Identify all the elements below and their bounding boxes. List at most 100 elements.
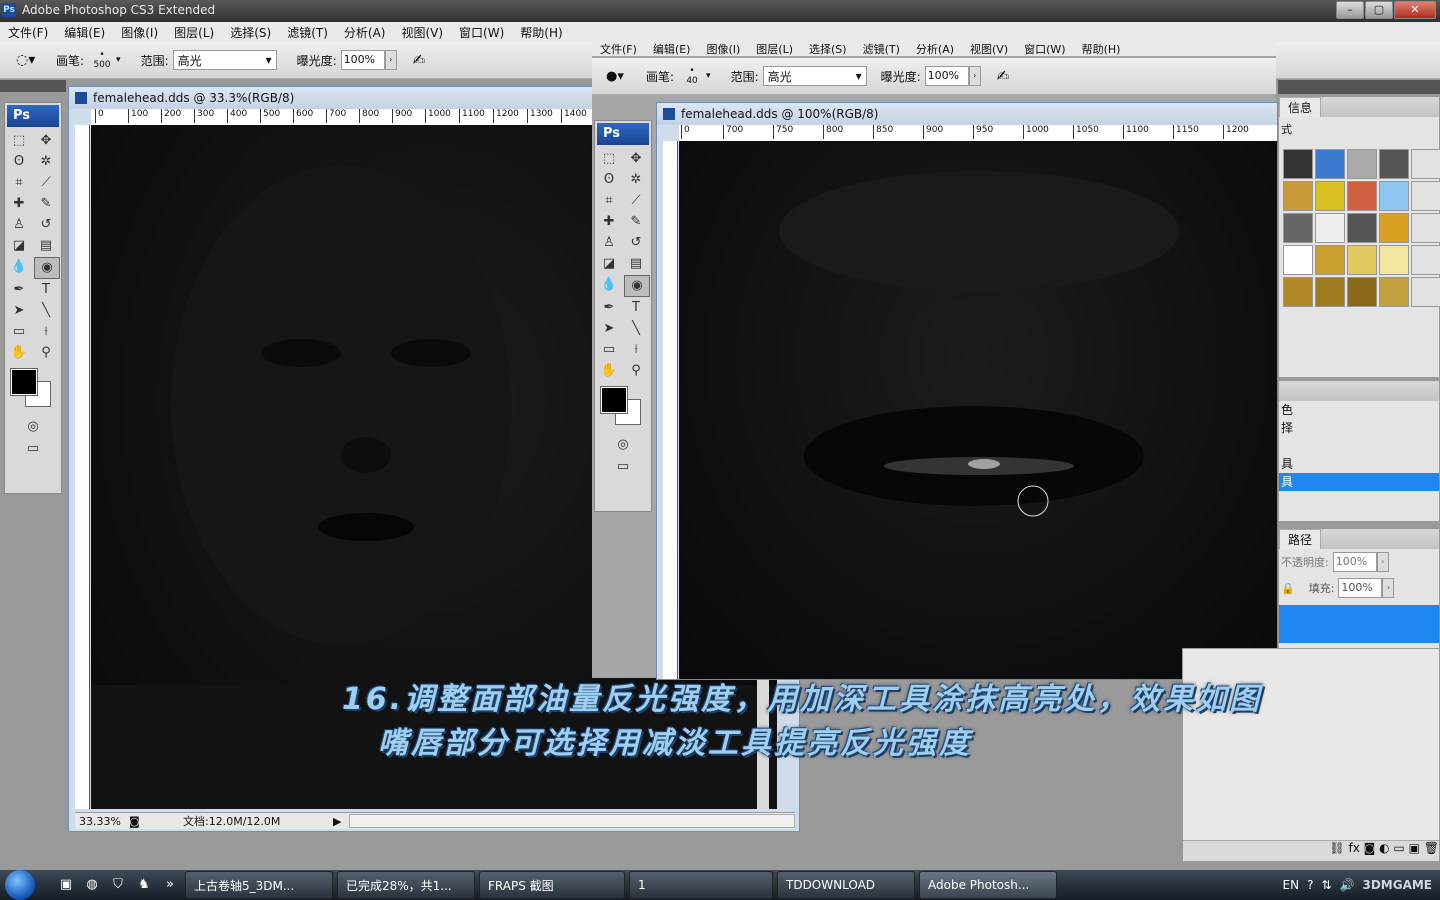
type-tool-icon[interactable]: T [624,298,648,318]
status-arrow-icon[interactable]: ▶ [333,815,341,828]
style-swatch[interactable] [1283,149,1313,179]
exposure-slider-toggle[interactable]: › [968,66,981,86]
foreground-color[interactable] [10,368,38,396]
dodge-burn-icon[interactable]: ◉ [624,275,650,297]
menu-layer-2[interactable]: 图层(L) [748,41,801,57]
list-item-selected[interactable]: 具 [1279,473,1439,491]
crop-icon[interactable]: ⌗ [7,173,31,193]
healing-brush-icon[interactable]: ✚ [597,212,621,232]
history-brush-icon[interactable]: ↺ [624,233,648,253]
pen-icon[interactable]: ✒ [7,280,31,300]
magic-wand-icon[interactable]: ✲ [34,152,58,172]
taskbar-item-fraps[interactable]: FRAPS 截图 [479,871,625,899]
burn-tool-icon[interactable]: ●▾ [606,69,636,84]
menu-view[interactable]: 视图(V) [393,24,451,41]
new-layer-icon[interactable]: ▣ [1409,841,1420,855]
menu-help-2[interactable]: 帮助(H) [1074,41,1129,57]
marquee-icon[interactable]: ⬚ [597,149,621,169]
qq-icon[interactable]: ♞ [134,875,154,895]
menu-file-2[interactable]: 文件(F) [592,41,645,57]
document-tab[interactable]: femalehead.dds @ 100%(RGB/8) [657,103,1277,125]
menu-image-2[interactable]: 图像(I) [698,41,748,57]
style-swatch[interactable] [1379,149,1409,179]
exposure-input[interactable]: 100% [924,66,969,86]
style-swatch[interactable] [1283,181,1313,211]
menu-select-2[interactable]: 选择(S) [801,41,855,57]
hand-icon[interactable]: ✋ [597,361,621,381]
menu-help[interactable]: 帮助(H) [512,24,570,41]
zoom-level[interactable]: 33.33% [75,815,129,828]
mask-icon[interactable]: ◙ [1364,841,1376,855]
gradient-icon[interactable]: ▤ [624,254,648,274]
style-swatch[interactable] [1347,245,1377,275]
style-swatch[interactable] [1347,181,1377,211]
brush-icon[interactable]: ✎ [34,194,58,214]
burn-tool-icon[interactable]: ◌▾ [16,52,46,68]
slice-icon[interactable]: ⟋ [624,191,648,211]
taskbar-item-tddownload[interactable]: TDDOWNLOAD [777,871,915,899]
taskbar-item-photoshop[interactable]: Adobe Photosh... [919,871,1057,899]
trash-icon[interactable]: 🗑 [1424,841,1439,855]
exposure-slider-toggle[interactable]: › [384,50,397,70]
path-select-icon[interactable]: ➤ [597,319,621,339]
style-swatch[interactable] [1347,213,1377,243]
style-swatch[interactable] [1379,277,1409,307]
style-swatch[interactable] [1283,213,1313,243]
list-item[interactable]: 择 [1279,419,1439,437]
language-indicator[interactable]: EN [1283,878,1300,892]
foreground-color[interactable] [600,386,628,414]
path-select-icon[interactable]: ➤ [7,301,31,321]
eyedropper-icon[interactable]: ⟊ [34,322,58,342]
menu-analysis[interactable]: 分析(A) [336,24,394,41]
list-item[interactable]: 具 [1279,455,1439,473]
menu-filter-2[interactable]: 滤镜(T) [855,41,908,57]
fill-input[interactable]: 100% [1338,578,1383,598]
fill-slider-toggle[interactable]: › [1382,578,1395,598]
lasso-icon[interactable]: ʘ [7,152,31,172]
style-swatch[interactable] [1283,245,1313,275]
zoom-icon[interactable]: ⚲ [34,343,58,363]
menu-window-2[interactable]: 窗口(W) [1016,41,1073,57]
pen-icon[interactable]: ✒ [597,298,621,318]
style-swatch[interactable] [1411,149,1440,179]
adjustment-icon[interactable]: ◐ [1379,841,1389,855]
style-swatch[interactable] [1315,149,1345,179]
canvas-area[interactable] [679,141,1277,679]
help-icon[interactable]: ? [1307,878,1313,892]
style-swatch[interactable] [1379,245,1409,275]
lock-icon[interactable]: 🔒 [1281,582,1295,595]
opacity-slider-toggle[interactable]: › [1376,552,1389,572]
screen-mode-icon[interactable]: ▭ [21,439,45,459]
gradient-icon[interactable]: ▤ [34,236,58,256]
volume-icon[interactable]: 🔊 [1340,878,1355,892]
screen-mode-icon[interactable]: ▭ [611,457,635,477]
blur-icon[interactable]: 💧 [597,275,621,295]
clone-stamp-icon[interactable]: ♙ [597,233,621,253]
marquee-icon[interactable]: ⬚ [7,131,31,151]
tab-paths[interactable]: 路径 [1279,529,1322,549]
firefox-icon[interactable]: ◍ [82,875,102,895]
opacity-input[interactable]: 100% [1332,552,1377,572]
tab-styles[interactable]: 式 [1279,117,1439,145]
taskbar-item-firefox-2[interactable]: 已完成28%，共1... [337,871,475,899]
menu-filter[interactable]: 滤镜(T) [279,24,336,41]
layer-row-selected[interactable] [1279,605,1439,643]
style-swatch[interactable] [1347,277,1377,307]
clone-stamp-icon[interactable]: ♙ [7,215,31,235]
menu-edit-2[interactable]: 编辑(E) [645,41,699,57]
menu-select[interactable]: 选择(S) [222,24,279,41]
close-button[interactable]: ✕ [1394,1,1436,19]
history-brush-icon[interactable]: ↺ [34,215,58,235]
brush-icon[interactable]: ✎ [624,212,648,232]
zoom-icon[interactable]: ⚲ [624,361,648,381]
dodge-burn-icon[interactable]: ◉ [34,257,60,279]
slice-icon[interactable]: ⟋ [34,173,58,193]
airbrush-icon[interactable]: ✍ [997,67,1010,85]
style-swatch[interactable] [1379,181,1409,211]
horizontal-scrollbar[interactable] [349,814,795,828]
notes-icon[interactable]: ▭ [7,322,31,342]
magic-wand-icon[interactable]: ✲ [624,170,648,190]
eraser-icon[interactable]: ◪ [597,254,621,274]
notes-icon[interactable]: ▭ [597,340,621,360]
range-select[interactable]: 高光 ▾ [172,50,277,70]
